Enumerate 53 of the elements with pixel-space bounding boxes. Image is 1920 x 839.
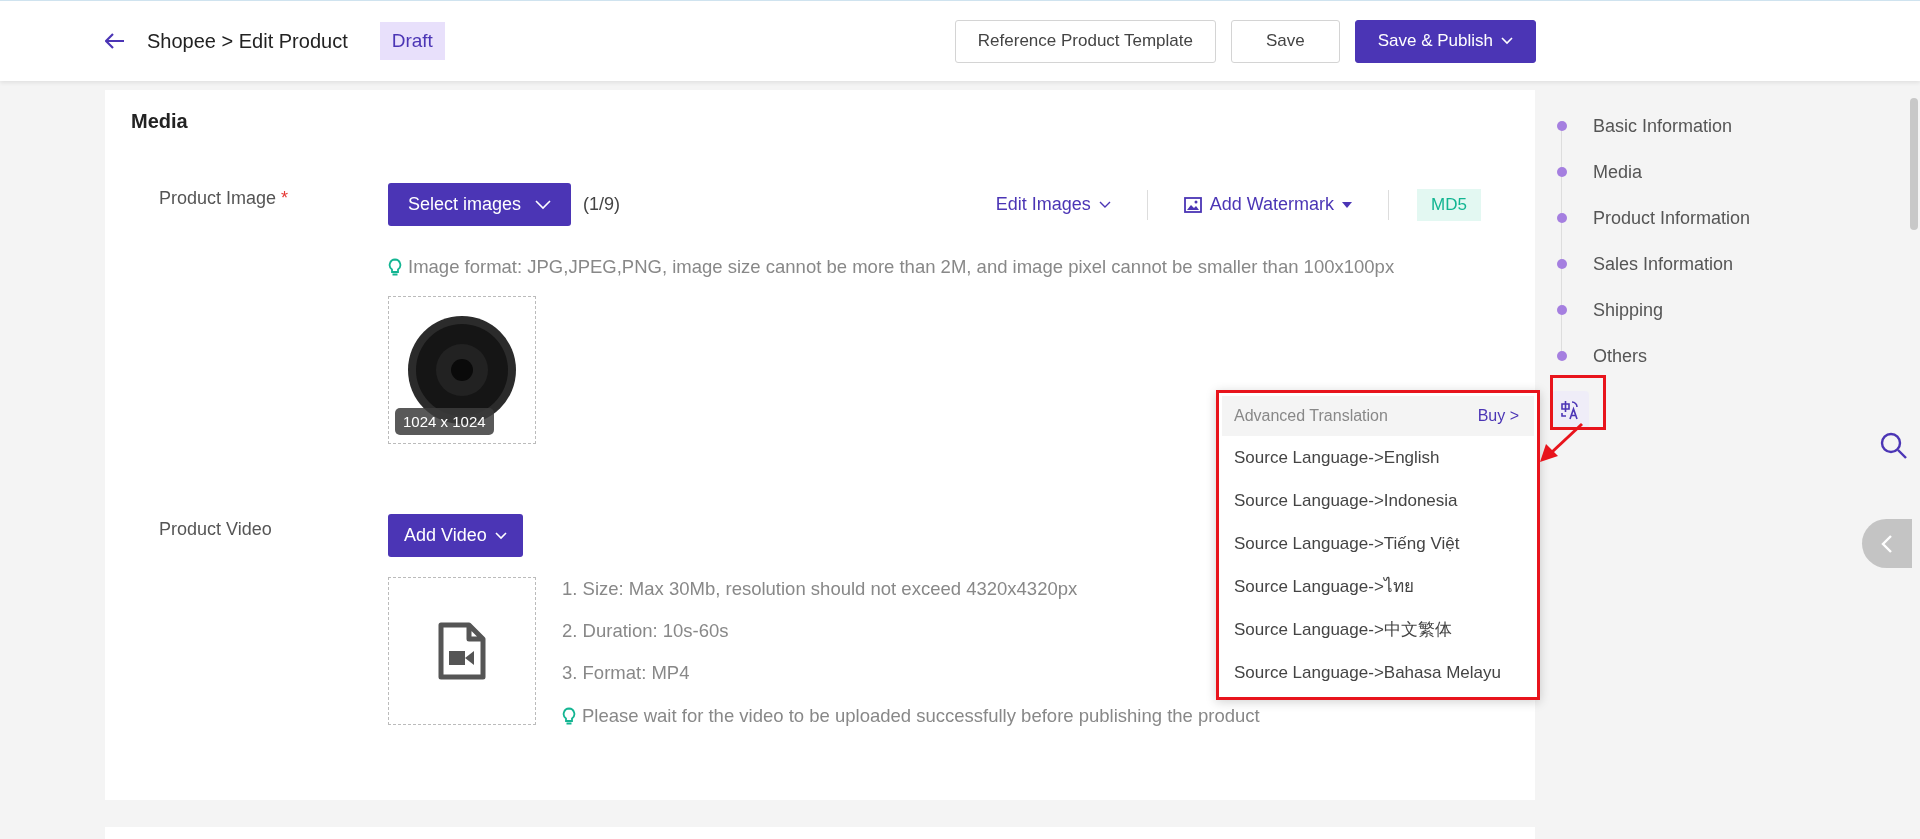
lightbulb-icon [388, 258, 402, 276]
lightbulb-icon [562, 707, 576, 725]
menu-item[interactable]: Source Language->Tiếng Việt [1222, 522, 1534, 565]
nav-dot [1557, 121, 1567, 131]
menu-item[interactable]: Source Language->中文繁体 [1222, 608, 1534, 651]
image-thumbnail-frame[interactable]: 1024 x 1024 [388, 296, 536, 444]
section-nav-link[interactable]: Shipping [1593, 299, 1664, 321]
caret-icon [1342, 201, 1353, 208]
image-count: (1/9) [583, 194, 621, 215]
chevron-left-icon [1881, 533, 1893, 554]
menu-item[interactable]: Source Language->English [1222, 436, 1534, 479]
nav-dot [1557, 167, 1567, 177]
annotation-frame [1550, 375, 1606, 430]
menu-item[interactable]: Source Language->ไทย [1222, 565, 1534, 608]
menu-item[interactable]: Source Language->Indonesia [1222, 479, 1534, 522]
required-mark: * [281, 188, 289, 208]
back-arrow-icon[interactable] [105, 33, 125, 49]
menu-item[interactable]: Source Language->Bahasa Melayu [1222, 651, 1534, 694]
header-button[interactable]: Save & Publish [1354, 19, 1536, 63]
hint-text: Image format: JPG,JPEG,PNG, image size cannot be more than 2M, and image pixel cannot be smaller than 100x100px [408, 256, 1395, 278]
field-label: Product Image [159, 188, 277, 208]
hint-text: Please wait for the video to be uploaded successfully before publishing the product [582, 705, 1260, 727]
nav-dot [1557, 213, 1567, 223]
translate-icon [1560, 400, 1580, 420]
video-upload-box[interactable] [388, 577, 536, 725]
breadcrumb: Shopee > Edit Product [147, 29, 348, 53]
header-button[interactable]: Save [1230, 19, 1340, 63]
status-badge: Draft [379, 22, 445, 60]
section-nav-link[interactable]: Sales Information [1593, 253, 1734, 275]
video-file-icon [437, 621, 487, 681]
section-nav-link[interactable]: Basic Information [1593, 115, 1733, 137]
add-video-button[interactable]: Add Video [388, 514, 523, 557]
caret-icon [494, 531, 507, 540]
caret-icon [535, 199, 552, 210]
nav-dot [1557, 305, 1567, 315]
nav-dot [1557, 259, 1567, 269]
nav-dot [1557, 351, 1567, 361]
edit-images-link[interactable]: Edit Images [987, 194, 1119, 215]
image-icon [1183, 196, 1202, 213]
field-label: Product Video [159, 519, 272, 539]
search-icon[interactable] [1880, 432, 1908, 460]
caret-icon [1098, 200, 1111, 209]
header-button[interactable]: Reference Product Template [954, 19, 1216, 63]
scrollbar-thumb[interactable] [1910, 98, 1918, 230]
section-nav-link[interactable]: Others [1593, 345, 1648, 367]
section-nav-link[interactable]: Media [1593, 161, 1643, 183]
image-size-label: 1024 x 1024 [395, 408, 494, 435]
add-watermark-link[interactable]: Add Watermark [1175, 194, 1361, 215]
buy-link[interactable]: Buy > [1477, 407, 1519, 425]
menu-header: Advanced Translation [1234, 407, 1388, 425]
section-nav-link[interactable]: Product Information [1593, 207, 1751, 229]
select-images-button[interactable]: Select images [388, 183, 572, 226]
section-title: Media [131, 110, 189, 133]
